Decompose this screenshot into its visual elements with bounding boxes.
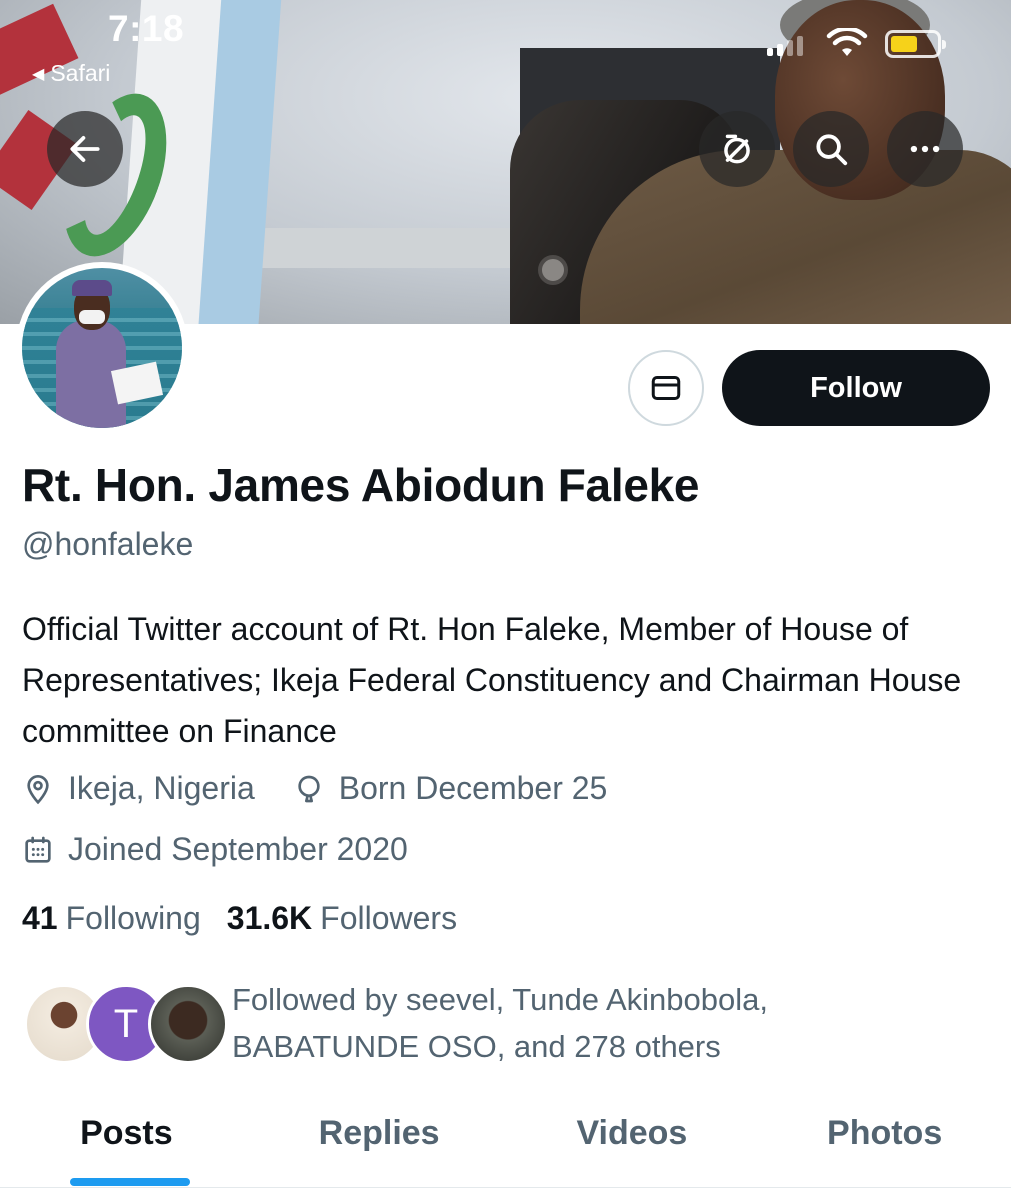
- tab-photos[interactable]: Photos: [758, 1100, 1011, 1190]
- back-to-app-label: Safari: [50, 60, 111, 86]
- follow-counts: 41 Following 31.6K Followers: [22, 900, 483, 937]
- back-button[interactable]: [47, 111, 123, 187]
- profile-bio: Official Twitter account of Rt. Hon Fale…: [22, 611, 962, 749]
- balloon-icon: [293, 773, 325, 805]
- profile-avatar[interactable]: [16, 262, 188, 434]
- battery-icon: [885, 30, 946, 58]
- hide-replies-icon: [724, 134, 750, 164]
- profile-birthday: Born December 25: [338, 770, 608, 806]
- profile-joined-row: Joined September 2020: [22, 831, 408, 868]
- profile-name: Rt. Hon. James Abiodun Faleke: [22, 459, 700, 511]
- profile-meta-row: Ikeja, Nigeria Born December 25: [22, 770, 607, 807]
- follow-button[interactable]: Follow: [722, 350, 990, 426]
- profile-location: Ikeja, Nigeria: [68, 770, 255, 806]
- status-time: 7:18: [108, 8, 185, 49]
- wifi-icon: [826, 28, 868, 56]
- hide-replies-button[interactable]: [699, 111, 775, 187]
- avatar-photo: [22, 268, 182, 428]
- following-count: 41: [22, 900, 58, 936]
- tabs-divider: [0, 1187, 1011, 1188]
- message-button[interactable]: [628, 350, 704, 426]
- more-button[interactable]: [887, 111, 963, 187]
- tab-videos[interactable]: Videos: [506, 1100, 759, 1190]
- profile-joined-date: Joined September 2020: [68, 831, 408, 867]
- active-tab-indicator: [70, 1178, 190, 1186]
- search-button[interactable]: [793, 111, 869, 187]
- location-pin-icon: [22, 773, 54, 805]
- tab-posts[interactable]: Posts: [0, 1100, 253, 1190]
- cellular-signal-icon: [767, 36, 803, 56]
- profile-tabs: Posts Replies Videos Photos: [0, 1100, 1011, 1190]
- back-triangle-icon: ◀: [32, 65, 45, 83]
- followed-by-text[interactable]: Followed by seevel, Tunde Akinbobola, BA…: [232, 976, 932, 1070]
- followers-count: 31.6K: [226, 900, 313, 936]
- following-label: Following: [65, 900, 201, 936]
- back-arrow-icon: [70, 136, 100, 162]
- search-icon: [816, 134, 848, 166]
- mutual-followers-avatars[interactable]: T: [24, 984, 228, 1066]
- followers-link[interactable]: 31.6K Followers: [227, 900, 457, 937]
- calendar-icon: [22, 834, 54, 866]
- banner-chair-knob: [538, 255, 568, 285]
- following-link[interactable]: 41 Following: [22, 900, 201, 937]
- tab-replies[interactable]: Replies: [253, 1100, 506, 1190]
- profile-handle: @honfaleke: [22, 526, 194, 562]
- followers-label: Followers: [320, 900, 458, 936]
- avatar: [148, 984, 228, 1064]
- back-to-app-link[interactable]: ◀ Safari: [32, 60, 110, 87]
- envelope-icon: [651, 376, 681, 400]
- more-icon: [910, 145, 940, 153]
